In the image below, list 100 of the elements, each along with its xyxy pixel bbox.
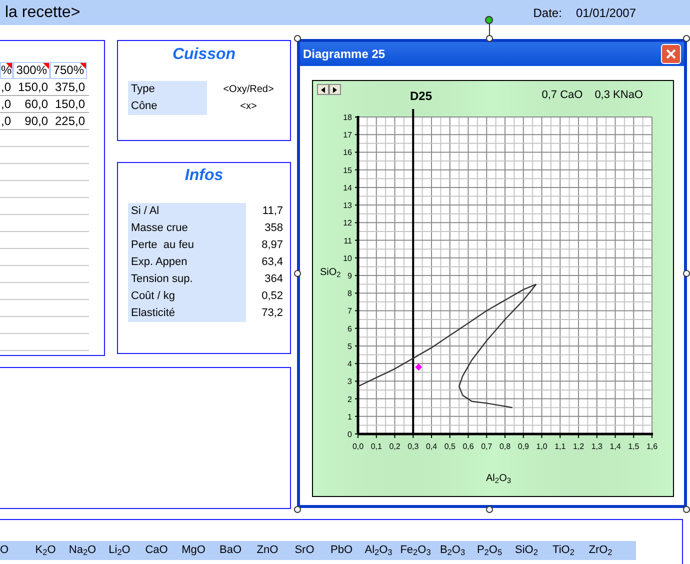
close-button[interactable] (661, 44, 681, 64)
panel-title: Infos (184, 166, 224, 186)
oxide-label: ZnO (256, 545, 280, 556)
tick-label: 17 (343, 130, 352, 140)
tick-label: 18 (343, 113, 352, 122)
tick-label: 8 (348, 289, 352, 298)
left-triangle-icon (321, 86, 325, 92)
tick-label: 0,5 (444, 442, 456, 451)
resize-handle[interactable] (683, 506, 690, 513)
tick-label: 11 (344, 236, 352, 246)
field-value: <Oxy/Red> (223, 83, 274, 97)
date-label: Date: (533, 4, 562, 22)
tick-label: 1,0 (536, 442, 548, 451)
table-cell-text: 60,0 (24, 96, 49, 112)
resize-handle[interactable] (294, 506, 301, 513)
resize-handle[interactable] (486, 35, 493, 42)
tick-label: 1,5 (628, 442, 640, 451)
table-cell-text: ,0 (0, 96, 12, 112)
field-value: 364 (264, 272, 283, 287)
tick-label: 7 (348, 306, 352, 316)
scroll-left-button[interactable] (317, 84, 329, 95)
tick-label: 5 (348, 342, 352, 351)
column-header: % (0, 62, 13, 79)
tick-label: 0,0 (352, 442, 364, 451)
tick-label: 15 (343, 166, 352, 175)
table-cell-text: 225,0 (54, 113, 86, 129)
tick-label: 0,2 (389, 442, 400, 451)
recipe-title: la recette> (4, 4, 80, 20)
tick-label: 1,4 (610, 442, 621, 451)
column-header: 300% (13, 62, 50, 79)
column-header: 750% (50, 62, 87, 79)
tick-label: 12 (343, 218, 352, 228)
resize-handle[interactable] (294, 35, 301, 42)
tick-label: 0,3 (408, 442, 419, 451)
table-cell-text: 150,0 (16, 79, 49, 95)
field-value: 0,52 (262, 289, 283, 304)
right-triangle-icon (333, 86, 337, 92)
date-value: 01/01/2007 (576, 4, 636, 22)
tick-label: 0,7 (481, 442, 492, 451)
oxide-label: CaO (144, 545, 169, 556)
tick-label: 1,2 (572, 442, 584, 451)
field-value: <x> (240, 100, 257, 114)
resize-handle[interactable] (294, 270, 301, 277)
table-cell-text: 150,0 (54, 96, 86, 112)
oxide-label: PbO (329, 545, 354, 556)
oxide-label: TiO$_{2}$ (552, 545, 576, 556)
tick-label: 4 (348, 360, 352, 369)
table-cell-text: 375,0 (54, 79, 86, 95)
chart-subtitle: 0,7 CaO (542, 90, 583, 101)
field-value: 73,2 (262, 306, 283, 321)
field-label: Cône (131, 99, 158, 114)
field-label: Si / Al (131, 204, 160, 219)
tick-label: 0,1 (370, 442, 382, 451)
tick-label: 0,8 (499, 442, 511, 451)
field-value: 11,7 (262, 204, 283, 219)
table-cell-text: ,0 (0, 79, 12, 95)
tick-label: 10 (343, 254, 352, 263)
oxide-label: SrO (294, 545, 316, 556)
tick-label: 16 (343, 148, 352, 158)
field-value: 8,97 (262, 238, 283, 253)
oxide-label: SiO$_{2}$ (514, 545, 539, 556)
tick-label: 0 (348, 430, 352, 439)
oxide-label: Li$_{2}$O (108, 545, 132, 556)
field-label: Masse crue (131, 221, 189, 236)
table-cell-text: 90,0 (24, 113, 49, 129)
tick-label: 1,3 (591, 442, 602, 451)
tick-label: 0,9 (518, 442, 529, 451)
oxide-label: Fe$_{2}$O$_{3}$ (399, 545, 432, 556)
field-label: Coût / kg (131, 289, 176, 304)
resize-handle[interactable] (683, 35, 690, 42)
field-label: Tension sup. (131, 272, 194, 287)
oxide-label: P$_{2}$O$_{5}$ (476, 545, 504, 556)
tick-label: 2 (348, 394, 352, 404)
panel-title: Cuisson (171, 45, 237, 65)
oxide-label: MgO (180, 545, 206, 556)
resize-handle[interactable] (683, 270, 690, 277)
oxide-label: Na$_{2}$O (68, 545, 98, 556)
oxide-label: Al$_{2}$O$_{3}$ (364, 545, 394, 556)
tick-label: 3 (348, 377, 352, 386)
close-icon (666, 49, 676, 59)
tick-label: 1,6 (646, 442, 658, 451)
chart-subtitle: 0,3 KNaO (594, 90, 643, 101)
chart-title: D25 (410, 90, 432, 102)
tick-label: 6 (348, 324, 352, 334)
tick-label: 9 (348, 272, 352, 280)
table-cell-text: ,0 (0, 113, 12, 129)
tick-label: 1,1 (554, 442, 566, 451)
oxide-label: BaO (218, 545, 242, 556)
scroll-right-button[interactable] (329, 84, 341, 95)
tick-label: 14 (343, 183, 352, 192)
resize-handle[interactable] (486, 506, 493, 513)
oxide-label: B$_{2}$O$_{3}$ (438, 545, 466, 556)
field-label: Type (131, 82, 156, 97)
field-value: 63,4 (262, 255, 283, 270)
tick-label: 1 (348, 412, 352, 422)
field-label: Exp. Appen (131, 255, 188, 270)
field-value: 358 (264, 221, 283, 236)
x-axis-label: Al$_{2}$O$_{3}$ (486, 474, 512, 484)
field-label: Perte au feu (131, 238, 195, 253)
field-label: Elasticité (131, 306, 176, 321)
